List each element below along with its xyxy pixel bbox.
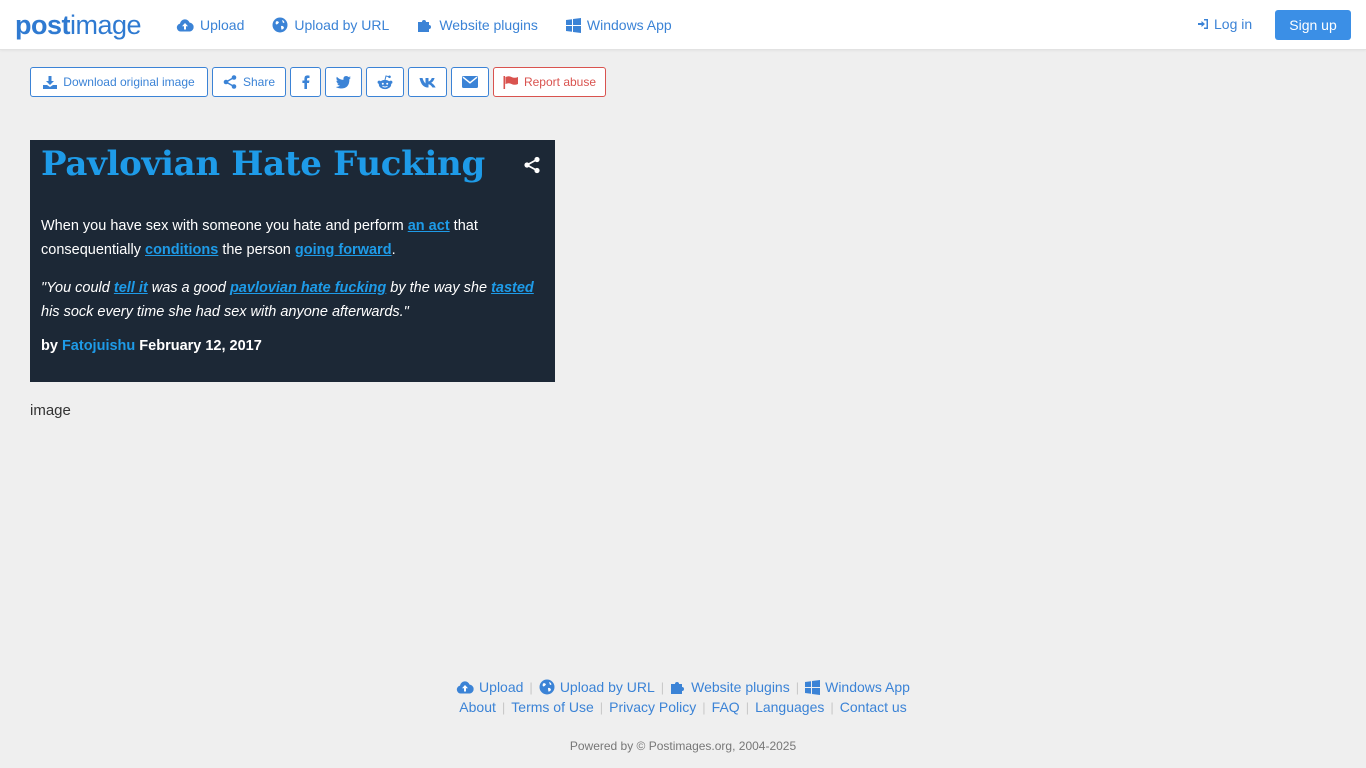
footer-separator: | <box>501 699 506 715</box>
puzzle-icon <box>670 679 686 695</box>
reddit-icon <box>377 74 393 90</box>
share-label: Share <box>242 75 276 89</box>
footer-upload-by-url[interactable]: Upload by URL <box>539 679 655 695</box>
byline-by: by <box>41 338 62 354</box>
report-abuse-label: Report abuse <box>523 75 597 89</box>
logo-text-light: image <box>70 9 142 40</box>
footer-separator: | <box>830 699 834 715</box>
vk-share-button[interactable] <box>408 67 447 97</box>
example-link-1: tell it <box>113 280 148 296</box>
footer-separator: | <box>529 679 533 695</box>
share-icon <box>223 75 237 89</box>
footer-separator: | <box>599 699 604 715</box>
example-link-3: tasted <box>491 280 534 296</box>
top-navbar: post image Upload Upload by URL Website p… <box>0 0 1366 50</box>
footer-separator: | <box>795 679 800 695</box>
download-icon <box>43 75 58 89</box>
footer-terms[interactable]: Terms of Use <box>511 699 593 715</box>
powered-by: Powered by © Postimages.org, 2004-2025 <box>569 739 797 753</box>
image-caption: image <box>30 402 71 419</box>
globe-icon <box>539 679 555 695</box>
twitter-share-button[interactable] <box>325 67 362 97</box>
footer-nav: Upload | Upload by URL | Website plugins… <box>0 679 1366 695</box>
nav-website-plugins[interactable]: Website plugins <box>417 17 538 33</box>
report-abuse-button[interactable]: Report abuse <box>493 67 606 97</box>
nav-windows-app[interactable]: Windows App <box>565 17 672 33</box>
footer-languages[interactable]: Languages <box>755 699 824 715</box>
footer-upload-label: Upload <box>479 679 524 695</box>
footer-separator: | <box>660 679 665 695</box>
nav-links: Upload Upload by URL Website plugins Win… <box>176 0 700 50</box>
windows-icon <box>805 679 821 695</box>
nav-upload-by-url[interactable]: Upload by URL <box>272 17 389 33</box>
example-text-4: his sock every time she had sex with any… <box>41 304 409 320</box>
twitter-icon <box>336 75 351 89</box>
image-definition: When you have sex with someone you hate … <box>41 214 541 262</box>
nav-upload[interactable]: Upload <box>176 17 244 33</box>
definition-link-3: going forward <box>294 242 392 258</box>
definition-text-1: When you have sex with someone you hate … <box>41 218 408 234</box>
footer-links: About | Terms of Use | Privacy Policy | … <box>0 699 1366 715</box>
cloud-upload-icon <box>176 18 194 32</box>
byline-author: Fatojuishu <box>61 338 136 354</box>
email-share-button[interactable] <box>451 67 489 97</box>
footer-contact[interactable]: Contact us <box>840 699 907 715</box>
byline-date: February 12, 2017 <box>135 338 262 354</box>
postimage-logo[interactable]: post image <box>15 9 142 40</box>
footer-about[interactable]: About <box>459 699 496 715</box>
footer-upload[interactable]: Upload <box>456 679 523 695</box>
footer-separator: | <box>745 699 750 715</box>
footer-privacy[interactable]: Privacy Policy <box>609 699 696 715</box>
footer-faq[interactable]: FAQ <box>712 699 740 715</box>
footer-upload-by-url-label: Upload by URL <box>559 679 655 695</box>
share-button[interactable]: Share <box>212 67 286 97</box>
main-image[interactable]: Pavlovian Hate Fucking When you have sex… <box>30 140 555 382</box>
definition-link-1: an act <box>407 218 450 234</box>
windows-icon <box>565 17 581 33</box>
footer-windows-app[interactable]: Windows App <box>805 679 910 695</box>
definition-text-3: the person <box>218 242 295 258</box>
logo-text-bold: post <box>15 9 71 40</box>
envelope-icon <box>462 76 478 88</box>
nav-windows-app-label: Windows App <box>586 17 672 33</box>
image-title: Pavlovian Hate Fucking <box>41 144 485 184</box>
footer-separator: | <box>702 699 706 715</box>
footer-windows-app-label: Windows App <box>825 679 910 695</box>
definition-link-2: conditions <box>145 242 219 258</box>
facebook-icon <box>301 75 310 89</box>
nav-website-plugins-label: Website plugins <box>439 17 538 33</box>
vk-icon <box>419 77 437 88</box>
facebook-share-button[interactable] <box>290 67 321 97</box>
example-text-1: "You could <box>41 280 114 296</box>
example-text-3: by the way she <box>386 280 492 296</box>
image-byline: by Fatojuishu February 12, 2017 <box>41 338 262 354</box>
image-example: "You could tell it was a good pavlovian … <box>41 276 546 324</box>
example-text-2: was a good <box>147 280 230 296</box>
definition-text-4: . <box>391 242 396 258</box>
login-link[interactable]: Log in <box>1197 16 1252 32</box>
puzzle-icon <box>417 17 433 33</box>
nav-upload-label: Upload <box>200 17 245 33</box>
cloud-upload-icon <box>456 680 474 694</box>
globe-icon <box>272 17 288 33</box>
reddit-share-button[interactable] <box>366 67 404 97</box>
login-label: Log in <box>1214 16 1253 32</box>
signup-button[interactable]: Sign up <box>1275 10 1351 40</box>
footer-website-plugins[interactable]: Website plugins <box>670 679 790 695</box>
example-link-2: pavlovian hate fucking <box>229 280 387 296</box>
footer-website-plugins-label: Website plugins <box>691 679 790 695</box>
download-original-label: Download original image <box>63 75 195 89</box>
sign-in-icon <box>1197 18 1209 30</box>
download-original-button[interactable]: Download original image <box>30 67 208 97</box>
image-share-icon <box>523 156 541 179</box>
flag-icon <box>503 75 518 89</box>
nav-upload-by-url-label: Upload by URL <box>294 17 390 33</box>
